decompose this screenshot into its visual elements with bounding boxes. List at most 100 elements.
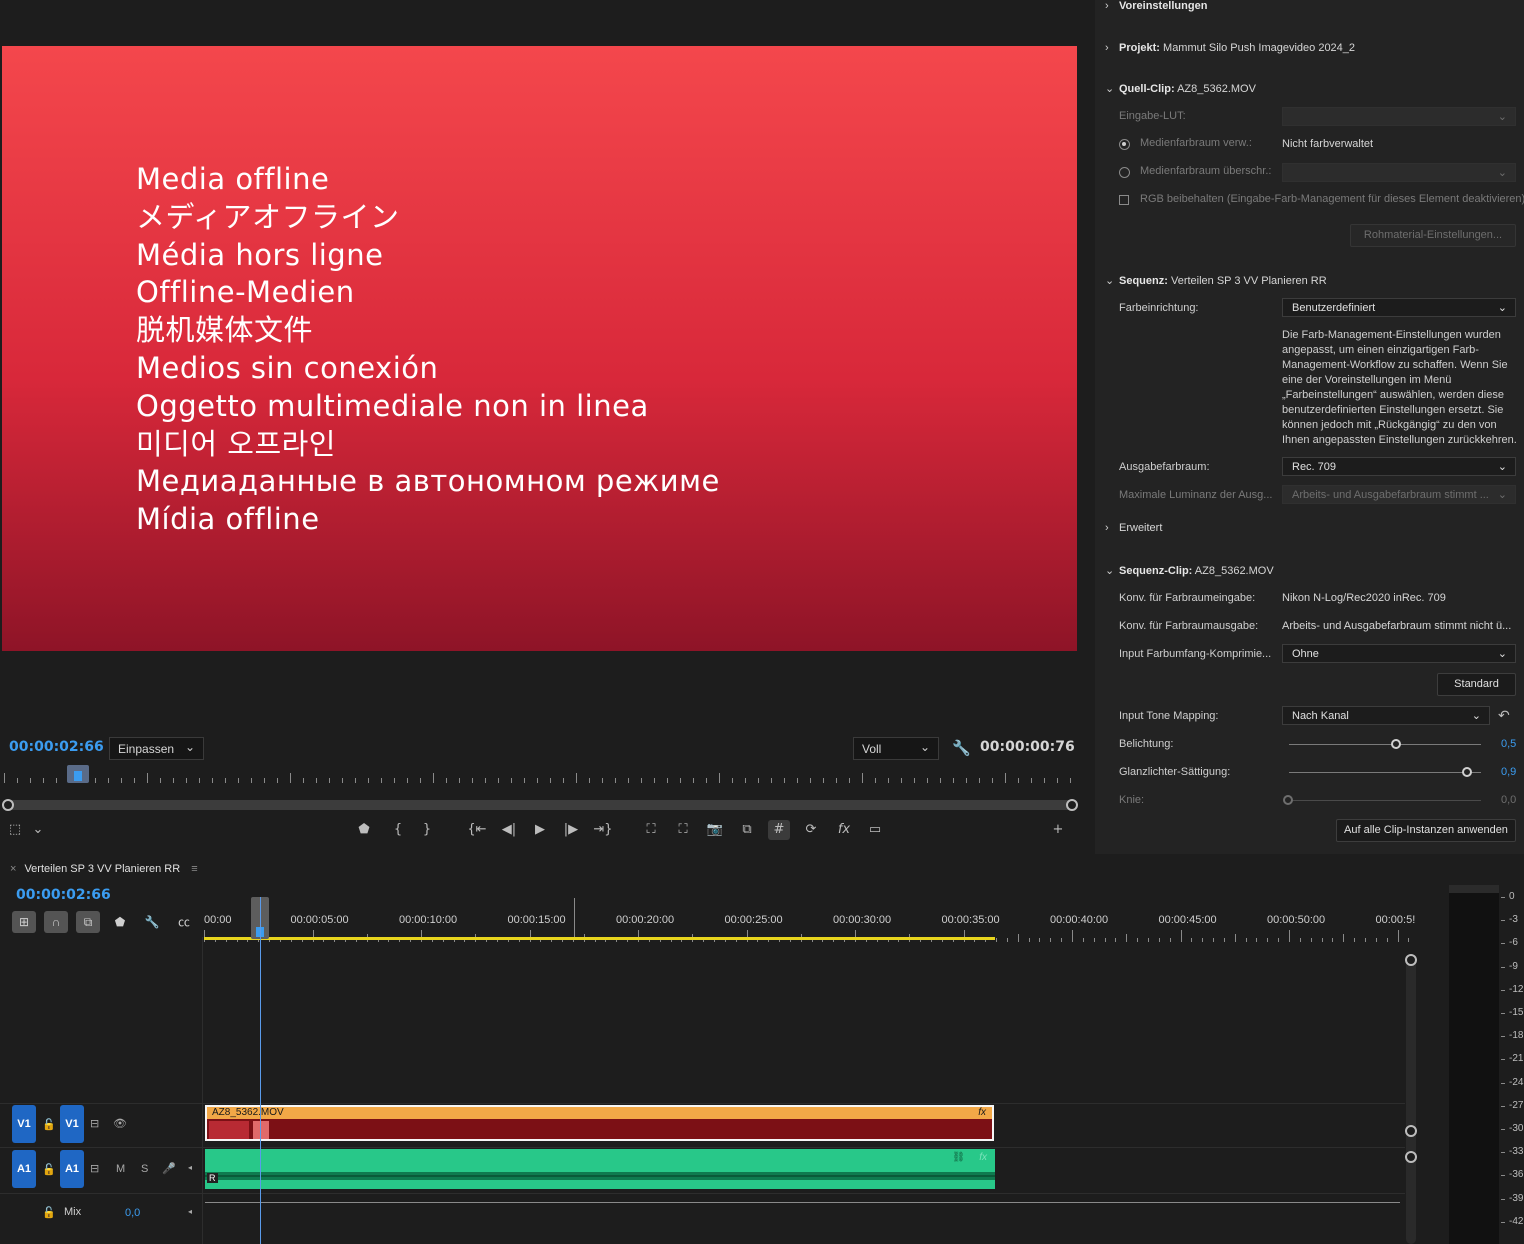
track-target-v1[interactable]: V1 <box>60 1105 84 1143</box>
wrench-icon[interactable]: 🔧 <box>952 739 971 757</box>
ruler-tick <box>654 778 655 783</box>
monitor-zoom-scrollbar[interactable] <box>2 799 1078 811</box>
playback-resolution-select[interactable]: Voll ⌄ <box>853 737 939 760</box>
toggle-proxy-icon[interactable]: ▭ <box>864 820 886 840</box>
scroll-handle[interactable] <box>1405 1151 1417 1163</box>
apply-all-instances-button[interactable]: Auf alle Clip-Instanzen anwenden <box>1336 819 1516 842</box>
close-icon[interactable]: × <box>10 863 16 875</box>
chevron-left-icon[interactable]: ◂ <box>188 1207 192 1216</box>
ruler-tick <box>160 778 161 783</box>
media-colorspace-use-radio[interactable] <box>1119 139 1130 150</box>
highlight-saturation-slider-handle[interactable] <box>1462 767 1472 777</box>
fx-icon[interactable]: fx <box>833 820 855 840</box>
exposure-slider-handle[interactable] <box>1391 739 1401 749</box>
sequence-clip-section[interactable]: ⌄ Sequenz-Clip: AZ8_5362.MOV <box>1105 564 1274 577</box>
source-clip-section[interactable]: ⌄ Quell-Clip: AZ8_5362.MOV <box>1105 82 1256 95</box>
knee-slider[interactable] <box>1289 800 1481 801</box>
standard-button[interactable]: Standard <box>1437 673 1516 696</box>
lock-icon[interactable]: 🔓 <box>42 1118 56 1131</box>
scroll-top-handle[interactable] <box>1405 954 1417 966</box>
project-section[interactable]: › Projekt: Mammut Silo Push Imagevideo 20… <box>1105 42 1355 54</box>
step-forward-icon[interactable]: |▶ <box>560 820 582 840</box>
lift-icon[interactable]: ⛶ <box>640 820 662 840</box>
linked-selection-icon[interactable]: ⧉ <box>76 911 100 933</box>
timeline-timecode[interactable]: 00:00:02:66 <box>16 887 111 903</box>
highlight-saturation-value[interactable]: 0,9 <box>1501 766 1516 778</box>
color-setup-select[interactable]: Benutzerdefiniert ⌄ <box>1282 298 1516 317</box>
rgb-keep-checkbox[interactable] <box>1119 195 1129 205</box>
captions-icon[interactable]: ㏄ <box>172 911 196 933</box>
sync-lock-icon[interactable]: ⊟ <box>90 1117 99 1130</box>
program-frame[interactable]: Media offline メディアオフライン Média hors ligne Of… <box>2 46 1077 651</box>
add-marker-icon[interactable]: ⬟ <box>353 820 375 840</box>
safe-margins-icon[interactable]: ⬚ <box>4 820 26 840</box>
lock-icon[interactable]: 🔓 <box>42 1163 56 1176</box>
presets-section[interactable]: › Voreinstellungen <box>1105 0 1207 12</box>
monitor-playhead[interactable] <box>67 765 89 783</box>
microphone-icon[interactable]: 🎤 <box>162 1162 176 1175</box>
chevron-down-icon[interactable]: ⌄ <box>27 820 49 840</box>
extract-icon[interactable]: ⛶ <box>672 820 694 840</box>
video-clip[interactable]: AZ8_5362.MOV fx <box>205 1105 994 1141</box>
ruler-tick <box>1213 938 1215 942</box>
camera-icon[interactable]: 📷 <box>704 820 726 840</box>
ruler-tick <box>56 778 57 783</box>
mark-out-icon[interactable]: } <box>416 820 438 840</box>
mix-volume-value[interactable]: 0,0 <box>125 1207 140 1219</box>
mute-button[interactable]: M <box>116 1163 125 1175</box>
scroll-right-handle[interactable] <box>1066 799 1078 811</box>
scroll-left-handle[interactable] <box>2 799 14 811</box>
scroll-handle[interactable] <box>1405 1125 1417 1137</box>
go-to-out-icon[interactable]: ⇥} <box>592 820 614 840</box>
ruler-tick <box>963 930 965 942</box>
highlight-saturation-slider[interactable] <box>1289 772 1481 773</box>
play-icon[interactable]: ▶ <box>529 820 551 840</box>
media-colorspace-override-select[interactable]: ⌄ <box>1282 163 1516 182</box>
exposure-value[interactable]: 0,5 <box>1501 738 1516 750</box>
input-lut-select[interactable]: ⌄ <box>1282 107 1516 126</box>
mark-in-icon[interactable]: { <box>387 820 409 840</box>
nest-icon[interactable]: ⊞ <box>12 911 36 933</box>
track-target-a1[interactable]: A1 <box>60 1150 84 1188</box>
timeline-playhead[interactable] <box>260 897 261 1244</box>
snap-magnet-icon[interactable]: ∩ <box>44 911 68 933</box>
menu-icon[interactable]: ≡ <box>191 863 197 875</box>
grid-icon[interactable]: # <box>768 820 790 840</box>
media-colorspace-override-radio[interactable] <box>1119 167 1130 178</box>
add-marker-icon[interactable]: ⬟ <box>108 911 132 933</box>
sequence-tab[interactable]: × Verteilen SP 3 VV Planieren RR ≡ <box>10 863 198 875</box>
playhead-timecode[interactable]: 00:00:02:66 <box>9 739 104 755</box>
chevron-left-icon[interactable]: ◂ <box>188 1163 192 1172</box>
audio-clip[interactable]: R ⛓ fx <box>205 1149 995 1189</box>
comparison-view-icon[interactable]: ⧉ <box>736 820 758 840</box>
lock-icon[interactable]: 🔓 <box>42 1206 56 1219</box>
step-back-icon[interactable]: ◀| <box>498 820 520 840</box>
tone-mapping-select[interactable]: Nach Kanal ⌄ <box>1282 706 1490 725</box>
output-colorspace-select[interactable]: Rec. 709 ⌄ <box>1282 457 1516 476</box>
vr-video-icon[interactable]: ⟳ <box>800 820 822 840</box>
monitor-time-ruler[interactable] <box>0 766 1080 786</box>
wrench-icon[interactable]: 🔧 <box>140 911 164 933</box>
mix-volume-line[interactable] <box>205 1202 1400 1203</box>
go-to-in-icon[interactable]: {⇤ <box>466 820 488 840</box>
add-button-icon[interactable]: + <box>1047 820 1069 840</box>
work-area-bar[interactable] <box>204 937 995 940</box>
conv-output-label: Konv. für Farbraumausgabe: <box>1119 620 1259 632</box>
solo-button[interactable]: S <box>141 1163 148 1175</box>
input-gamut-select[interactable]: Ohne ⌄ <box>1282 644 1516 663</box>
fit-zoom-select[interactable]: Einpassen ⌄ <box>109 737 204 760</box>
eye-icon[interactable]: 👁 <box>113 1117 127 1130</box>
ruler-tick <box>940 778 941 783</box>
color-setup-note: Die Farb-Management-Einstellungen wurden… <box>1282 329 1517 446</box>
sequence-section[interactable]: ⌄ Sequenz: Verteilen SP 3 VV Planieren RR <box>1105 274 1327 287</box>
source-patch-a1[interactable]: A1 <box>12 1150 36 1188</box>
exposure-slider[interactable] <box>1289 744 1481 745</box>
timeline-vertical-scrollbar[interactable] <box>1405 954 1417 1244</box>
reset-icon[interactable]: ↶ <box>1498 707 1510 724</box>
raw-settings-button[interactable]: Rohmaterial-Einstellungen... <box>1350 224 1516 247</box>
knee-slider-handle[interactable] <box>1283 795 1293 805</box>
source-patch-v1[interactable]: V1 <box>12 1105 36 1143</box>
max-luminance-select[interactable]: Arbeits- und Ausgabefarbraum stimmt ... … <box>1282 485 1516 504</box>
advanced-section[interactable]: › Erweitert <box>1105 522 1162 534</box>
sync-lock-icon[interactable]: ⊟ <box>90 1162 99 1175</box>
